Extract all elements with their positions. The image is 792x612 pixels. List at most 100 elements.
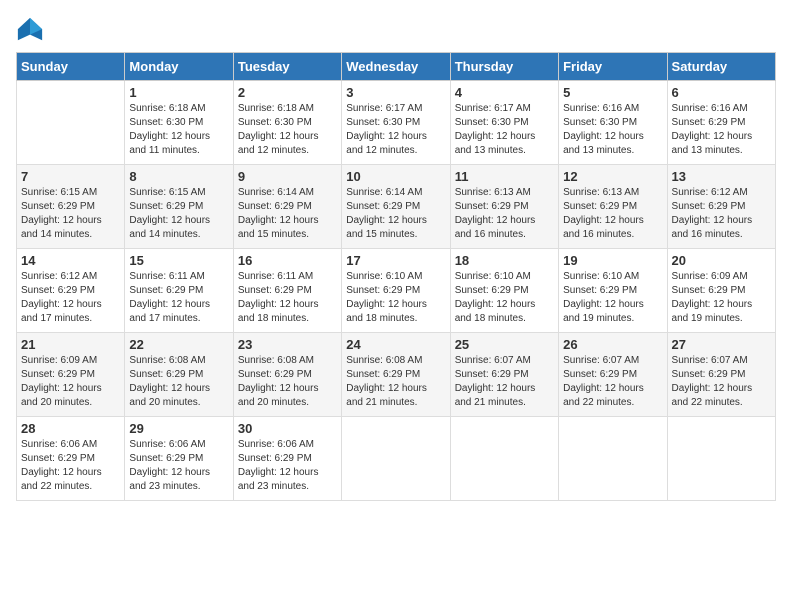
header-day-sunday: Sunday	[17, 53, 125, 81]
header-day-tuesday: Tuesday	[233, 53, 341, 81]
day-number: 10	[346, 169, 445, 184]
calendar-cell: 4Sunrise: 6:17 AMSunset: 6:30 PMDaylight…	[450, 81, 558, 165]
calendar-cell: 10 Sunrise: 6:14 AMSunset: 6:29 PMDayligh…	[342, 165, 450, 249]
logo-icon	[16, 16, 44, 44]
sunrise-text: Sunrise: 6:08 AMSunset: 6:29 PMDaylight:…	[129, 355, 210, 408]
day-number: 3	[346, 85, 445, 100]
calendar-cell	[450, 417, 558, 501]
sunrise-text: Sunrise: 6:06 AMSunset: 6:29 PMDaylight:…	[238, 439, 319, 492]
calendar-cell: 28 Sunrise: 6:06 AMSunset: 6:29 PMDayligh…	[17, 417, 125, 501]
logo	[16, 16, 48, 44]
day-number: 7	[21, 169, 120, 184]
calendar-header-row: SundayMondayTuesdayWednesdayThursdayFrid…	[17, 53, 776, 81]
day-number: 15	[129, 253, 228, 268]
day-number: 25	[455, 337, 554, 352]
day-number: 8	[129, 169, 228, 184]
sunrise-text: Sunrise: 6:11 AMSunset: 6:29 PMDaylight:…	[129, 271, 210, 324]
sunrise-text: Sunrise: 6:06 AMSunset: 6:29 PMDaylight:…	[129, 439, 210, 492]
week-row-2: 7 Sunrise: 6:15 AMSunset: 6:29 PMDaylight…	[17, 165, 776, 249]
day-number: 17	[346, 253, 445, 268]
day-number: 27	[672, 337, 771, 352]
calendar-cell	[667, 417, 775, 501]
day-number: 5	[563, 85, 662, 100]
sunrise-text: Sunrise: 6:15 AMSunset: 6:29 PMDaylight:…	[21, 187, 102, 240]
day-number: 22	[129, 337, 228, 352]
day-number: 6	[672, 85, 771, 100]
calendar-cell: 20 Sunrise: 6:09 AMSunset: 6:29 PMDayligh…	[667, 249, 775, 333]
sunrise-text: Sunrise: 6:09 AMSunset: 6:29 PMDaylight:…	[21, 355, 102, 408]
calendar-cell: 26 Sunrise: 6:07 AMSunset: 6:29 PMDayligh…	[559, 333, 667, 417]
day-number: 19	[563, 253, 662, 268]
calendar-cell: 11 Sunrise: 6:13 AMSunset: 6:29 PMDayligh…	[450, 165, 558, 249]
day-number: 11	[455, 169, 554, 184]
sunrise-text: Sunrise: 6:15 AMSunset: 6:29 PMDaylight:…	[129, 187, 210, 240]
sunrise-text: Sunrise: 6:09 AMSunset: 6:29 PMDaylight:…	[672, 271, 753, 324]
day-number: 9	[238, 169, 337, 184]
day-number: 20	[672, 253, 771, 268]
calendar-cell: 22 Sunrise: 6:08 AMSunset: 6:29 PMDayligh…	[125, 333, 233, 417]
sunrise-text: Sunrise: 6:12 AMSunset: 6:29 PMDaylight:…	[672, 187, 753, 240]
calendar-cell	[342, 417, 450, 501]
sunrise-text: Sunrise: 6:11 AMSunset: 6:29 PMDaylight:…	[238, 271, 319, 324]
sunrise-text: Sunrise: 6:17 AMSunset: 6:30 PMDaylight:…	[455, 103, 536, 156]
sunrise-text: Sunrise: 6:13 AMSunset: 6:29 PMDaylight:…	[563, 187, 644, 240]
sunrise-text: Sunrise: 6:16 AMSunset: 6:30 PMDaylight:…	[563, 103, 644, 156]
calendar-cell	[17, 81, 125, 165]
sunrise-text: Sunrise: 6:12 AMSunset: 6:29 PMDaylight:…	[21, 271, 102, 324]
day-number: 1	[129, 85, 228, 100]
day-number: 23	[238, 337, 337, 352]
day-number: 28	[21, 421, 120, 436]
day-number: 2	[238, 85, 337, 100]
sunrise-text: Sunrise: 6:07 AMSunset: 6:29 PMDaylight:…	[672, 355, 753, 408]
day-number: 21	[21, 337, 120, 352]
calendar-cell: 24 Sunrise: 6:08 AMSunset: 6:29 PMDayligh…	[342, 333, 450, 417]
calendar-table: SundayMondayTuesdayWednesdayThursdayFrid…	[16, 52, 776, 501]
header-day-friday: Friday	[559, 53, 667, 81]
calendar-cell: 19 Sunrise: 6:10 AMSunset: 6:29 PMDayligh…	[559, 249, 667, 333]
day-number: 24	[346, 337, 445, 352]
sunrise-text: Sunrise: 6:07 AMSunset: 6:29 PMDaylight:…	[563, 355, 644, 408]
calendar-cell: 25 Sunrise: 6:07 AMSunset: 6:29 PMDayligh…	[450, 333, 558, 417]
sunrise-text: Sunrise: 6:10 AMSunset: 6:29 PMDaylight:…	[455, 271, 536, 324]
calendar-cell: 15 Sunrise: 6:11 AMSunset: 6:29 PMDayligh…	[125, 249, 233, 333]
week-row-5: 28 Sunrise: 6:06 AMSunset: 6:29 PMDayligh…	[17, 417, 776, 501]
week-row-4: 21 Sunrise: 6:09 AMSunset: 6:29 PMDayligh…	[17, 333, 776, 417]
day-number: 13	[672, 169, 771, 184]
sunrise-text: Sunrise: 6:07 AMSunset: 6:29 PMDaylight:…	[455, 355, 536, 408]
day-number: 16	[238, 253, 337, 268]
sunrise-text: Sunrise: 6:18 AMSunset: 6:30 PMDaylight:…	[129, 103, 210, 156]
header-day-thursday: Thursday	[450, 53, 558, 81]
sunrise-text: Sunrise: 6:17 AMSunset: 6:30 PMDaylight:…	[346, 103, 427, 156]
sunrise-text: Sunrise: 6:14 AMSunset: 6:29 PMDaylight:…	[238, 187, 319, 240]
calendar-cell: 8 Sunrise: 6:15 AMSunset: 6:29 PMDaylight…	[125, 165, 233, 249]
header-day-monday: Monday	[125, 53, 233, 81]
calendar-cell: 2 Sunrise: 6:18 AMSunset: 6:30 PMDaylight…	[233, 81, 341, 165]
header-day-saturday: Saturday	[667, 53, 775, 81]
header-day-wednesday: Wednesday	[342, 53, 450, 81]
calendar-cell: 13 Sunrise: 6:12 AMSunset: 6:29 PMDayligh…	[667, 165, 775, 249]
week-row-3: 14Sunrise: 6:12 AMSunset: 6:29 PMDayligh…	[17, 249, 776, 333]
calendar-cell: 9 Sunrise: 6:14 AMSunset: 6:29 PMDaylight…	[233, 165, 341, 249]
calendar-cell: 12 Sunrise: 6:13 AMSunset: 6:29 PMDayligh…	[559, 165, 667, 249]
sunrise-text: Sunrise: 6:13 AMSunset: 6:29 PMDaylight:…	[455, 187, 536, 240]
day-number: 26	[563, 337, 662, 352]
day-number: 29	[129, 421, 228, 436]
calendar-cell: 21 Sunrise: 6:09 AMSunset: 6:29 PMDayligh…	[17, 333, 125, 417]
sunrise-text: Sunrise: 6:08 AMSunset: 6:29 PMDaylight:…	[346, 355, 427, 408]
sunrise-text: Sunrise: 6:10 AMSunset: 6:29 PMDaylight:…	[346, 271, 427, 324]
calendar-cell: 17 Sunrise: 6:10 AMSunset: 6:29 PMDayligh…	[342, 249, 450, 333]
sunrise-text: Sunrise: 6:10 AMSunset: 6:29 PMDaylight:…	[563, 271, 644, 324]
sunrise-text: Sunrise: 6:06 AMSunset: 6:29 PMDaylight:…	[21, 439, 102, 492]
calendar-cell: 1 Sunrise: 6:18 AMSunset: 6:30 PMDaylight…	[125, 81, 233, 165]
calendar-cell	[559, 417, 667, 501]
calendar-cell: 30 Sunrise: 6:06 AMSunset: 6:29 PMDayligh…	[233, 417, 341, 501]
calendar-cell: 7 Sunrise: 6:15 AMSunset: 6:29 PMDaylight…	[17, 165, 125, 249]
sunrise-text: Sunrise: 6:18 AMSunset: 6:30 PMDaylight:…	[238, 103, 319, 156]
day-number: 30	[238, 421, 337, 436]
calendar-cell: 6Sunrise: 6:16 AMSunset: 6:29 PMDaylight…	[667, 81, 775, 165]
calendar-cell: 29 Sunrise: 6:06 AMSunset: 6:29 PMDayligh…	[125, 417, 233, 501]
day-number: 12	[563, 169, 662, 184]
day-number: 18	[455, 253, 554, 268]
sunrise-text: Sunrise: 6:14 AMSunset: 6:29 PMDaylight:…	[346, 187, 427, 240]
calendar-cell: 3 Sunrise: 6:17 AMSunset: 6:30 PMDaylight…	[342, 81, 450, 165]
